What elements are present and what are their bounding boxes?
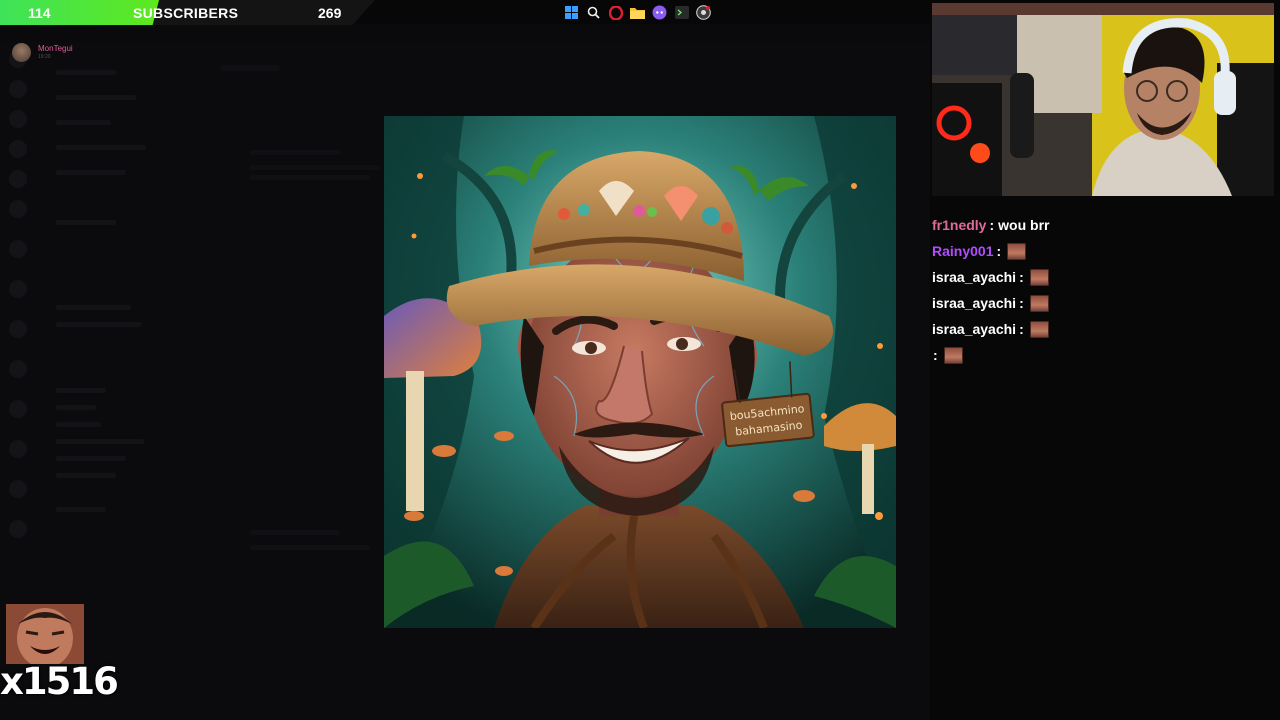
emote-combo-count: x1516 [0, 660, 119, 703]
channel-item[interactable] [56, 388, 106, 393]
subscriber-goal-count: 269 [318, 5, 342, 21]
chat-message: israa_ayachi: [932, 290, 1272, 316]
emote-combo-image [6, 604, 84, 664]
dimmed-message [250, 175, 370, 180]
dimmed-search-bar [220, 65, 280, 71]
ai-portrait-image[interactable]: bou5achmino bahamasino [384, 116, 896, 628]
windows-icon[interactable] [563, 4, 580, 21]
dimmed-message [250, 530, 340, 535]
server-icon[interactable] [9, 520, 27, 538]
chat-separator: : [933, 347, 938, 363]
chat-username[interactable]: israa_ayachi [932, 269, 1016, 285]
server-icon[interactable] [9, 280, 27, 298]
chat-username[interactable]: israa_ayachi [932, 295, 1016, 311]
channel-item[interactable] [56, 305, 131, 310]
dimmed-message [250, 150, 340, 155]
chat-message: israa_ayachi: [932, 316, 1272, 342]
chat-username[interactable]: Rainy001 [932, 243, 993, 259]
chat-separator: : [996, 243, 1002, 259]
obs-icon[interactable] [695, 4, 712, 21]
server-icon[interactable] [9, 80, 27, 98]
chat-message: israa_ayachi: [932, 264, 1272, 290]
channel-item[interactable] [56, 145, 146, 150]
chat-emote-icon [943, 346, 963, 364]
server-icon[interactable] [9, 400, 27, 418]
subscriber-goal-bar: 114 SUBSCRIBERS 269 [0, 0, 375, 25]
dimmed-message [250, 545, 370, 550]
stream-chat: fr1nedly: wou brr Rainy001: israa_ayachi: is… [932, 212, 1272, 368]
chat-emote-icon [1029, 320, 1049, 338]
taskbar [563, 3, 712, 22]
chat-separator: : [1019, 295, 1024, 311]
channel-item[interactable] [56, 456, 126, 461]
author-name[interactable]: MonTegui [38, 44, 73, 53]
dimmed-message [250, 165, 380, 170]
server-icon[interactable] [9, 170, 27, 188]
channel-item[interactable] [56, 70, 116, 75]
server-icon[interactable] [9, 200, 27, 218]
server-icon[interactable] [9, 360, 27, 378]
chat-message: : [930, 342, 1272, 368]
webcam-feed [932, 3, 1274, 196]
server-icon[interactable] [9, 240, 27, 258]
server-icon[interactable] [9, 480, 27, 498]
channel-item[interactable] [56, 170, 126, 175]
channel-item[interactable] [56, 95, 136, 100]
channel-item[interactable] [56, 422, 101, 427]
chat-emote-icon [1007, 242, 1027, 260]
chat-emote-icon [1029, 268, 1049, 286]
chat-message: fr1nedly: wou brr [932, 212, 1272, 238]
chat-separator: : [1019, 321, 1024, 337]
discord-icon[interactable] [651, 4, 668, 21]
opera-icon[interactable] [607, 4, 624, 21]
search-icon[interactable] [585, 4, 602, 21]
terminal-icon[interactable] [673, 4, 690, 21]
chat-separator: : [1019, 269, 1024, 285]
channel-item[interactable] [56, 322, 141, 327]
chat-username[interactable]: israa_ayachi [932, 321, 1016, 337]
avatar[interactable] [12, 43, 31, 62]
chat-message: Rainy001: [932, 238, 1272, 264]
server-icon[interactable] [9, 440, 27, 458]
channel-item[interactable] [56, 439, 144, 444]
channel-item[interactable] [56, 473, 116, 478]
channel-item[interactable] [56, 507, 106, 512]
dimmed-title-strip [0, 24, 930, 42]
channel-item[interactable] [56, 405, 96, 410]
chat-separator: : [989, 217, 995, 233]
file-explorer-icon[interactable] [629, 4, 646, 21]
server-icon[interactable] [9, 320, 27, 338]
message-timestamp: 19:20 [38, 54, 51, 60]
server-icon[interactable] [9, 110, 27, 128]
subscriber-current-count: 114 [28, 5, 51, 21]
chat-emote-icon [1029, 294, 1049, 312]
channel-item[interactable] [56, 120, 111, 125]
subscriber-label: SUBSCRIBERS [133, 5, 239, 21]
server-icon[interactable] [9, 140, 27, 158]
channel-item[interactable] [56, 220, 116, 225]
chat-text: wou brr [998, 217, 1050, 233]
chat-username[interactable]: fr1nedly [932, 217, 986, 233]
